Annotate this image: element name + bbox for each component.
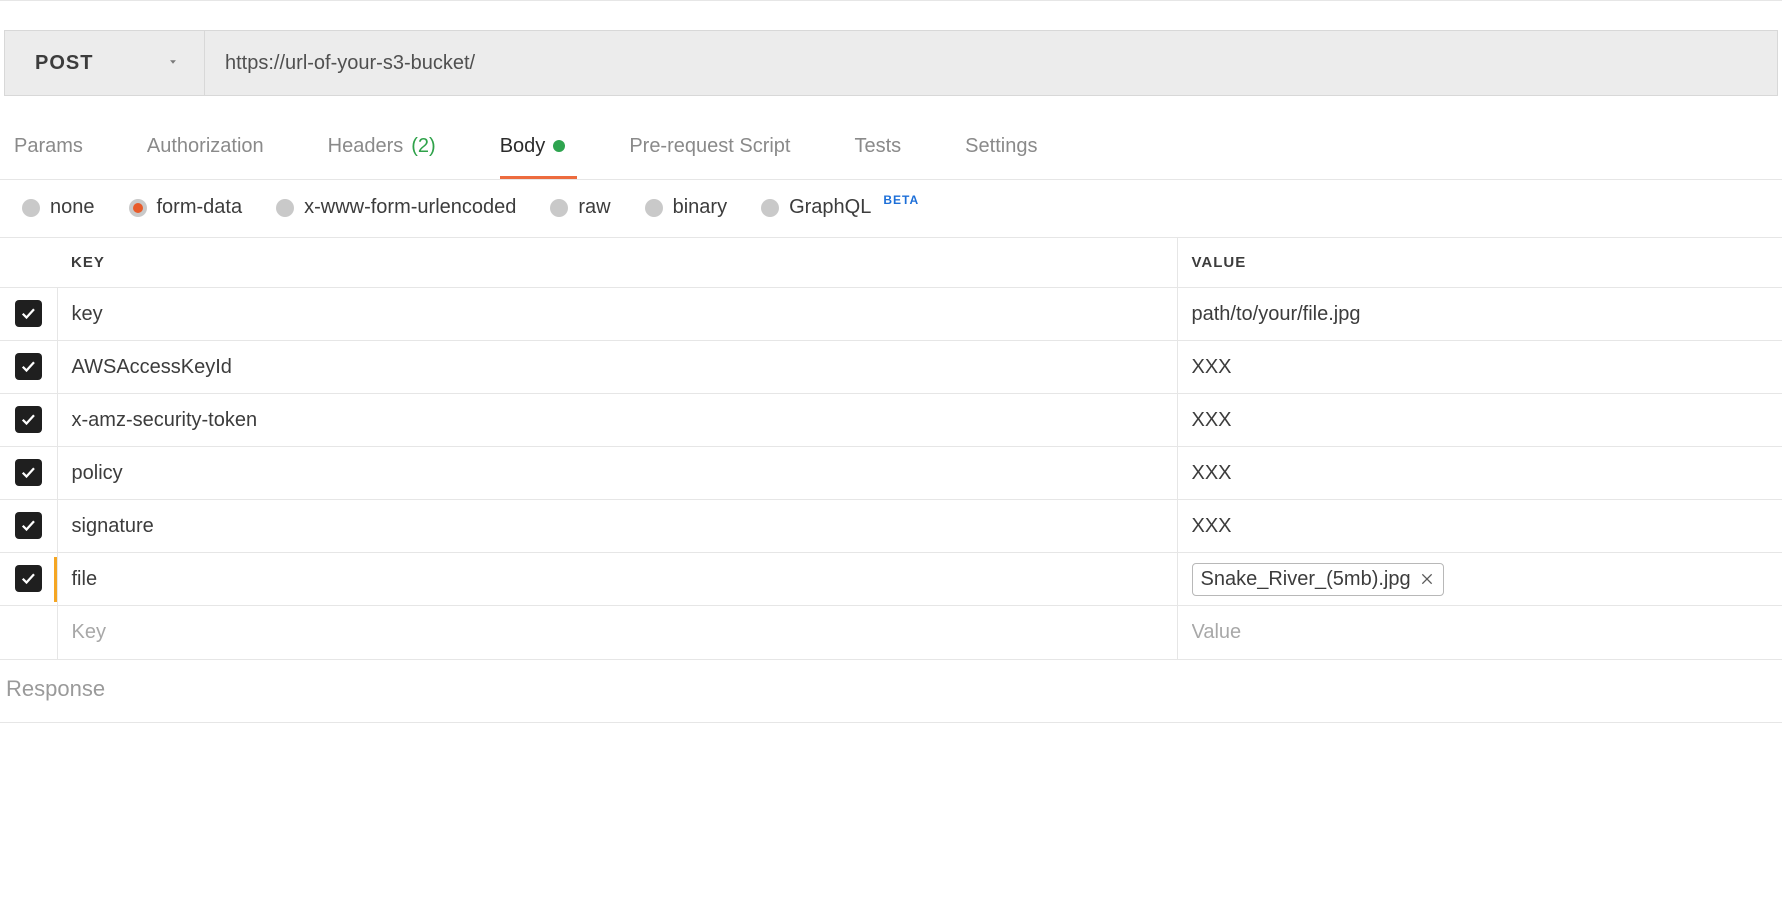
row-value: XXX xyxy=(1192,515,1232,537)
row-value-cell[interactable]: XXX xyxy=(1177,394,1782,447)
row-key: AWSAccessKeyId xyxy=(72,356,232,378)
row-value: XXX xyxy=(1192,462,1232,484)
row-checkbox[interactable] xyxy=(15,459,42,486)
table-row: x-amz-security-token XXX xyxy=(0,394,1782,447)
radio-label: raw xyxy=(578,196,610,219)
response-label: Response xyxy=(6,676,105,701)
row-checkbox[interactable] xyxy=(15,406,42,433)
radio-icon xyxy=(22,199,40,217)
row-value-cell[interactable]: path/to/your/file.jpg xyxy=(1177,288,1782,341)
row-key: signature xyxy=(72,515,154,537)
response-section-header: Response xyxy=(0,659,1782,723)
row-value: path/to/your/file.jpg xyxy=(1192,303,1361,325)
row-key-cell[interactable]: AWSAccessKeyId xyxy=(57,341,1177,394)
request-tabs: Params Authorization Headers (2) Body Pr… xyxy=(0,116,1782,180)
new-value-input[interactable] xyxy=(1192,621,1769,644)
new-key-input[interactable] xyxy=(72,621,1163,644)
request-url-input[interactable] xyxy=(205,31,1777,95)
radio-icon xyxy=(276,199,294,217)
table-row: AWSAccessKeyId XXX xyxy=(0,341,1782,394)
top-divider xyxy=(0,0,1782,10)
request-url-bar: POST xyxy=(4,30,1778,96)
row-value-cell[interactable]: XXX xyxy=(1177,500,1782,553)
beta-badge: BETA xyxy=(883,193,919,207)
http-method-label: POST xyxy=(35,52,93,75)
tab-label: Authorization xyxy=(147,135,264,158)
radio-icon xyxy=(129,199,147,217)
table-row: policy XXX xyxy=(0,447,1782,500)
table-header-key: KEY xyxy=(57,238,1177,288)
table-row-empty xyxy=(0,606,1782,659)
radio-icon xyxy=(761,199,779,217)
table-header-checkbox xyxy=(0,238,57,288)
tab-label: Body xyxy=(500,135,546,158)
table-header-value: VALUE xyxy=(1177,238,1782,288)
tab-label: Settings xyxy=(965,135,1037,158)
file-chip-name: Snake_River_(5mb).jpg xyxy=(1201,568,1411,591)
tab-settings[interactable]: Settings xyxy=(965,116,1049,179)
radio-label: x-www-form-urlencoded xyxy=(304,196,516,219)
row-marker-icon xyxy=(54,557,57,602)
row-value: XXX xyxy=(1192,409,1232,431)
row-key-cell[interactable]: x-amz-security-token xyxy=(57,394,1177,447)
row-key: key xyxy=(72,303,103,325)
table-row: file Snake_River_(5mb).jpg xyxy=(0,553,1782,606)
body-type-none[interactable]: none xyxy=(22,196,95,219)
radio-label: form-data xyxy=(157,196,243,219)
row-key-cell[interactable]: file xyxy=(57,553,1177,606)
tab-label: Params xyxy=(14,135,83,158)
new-key-cell[interactable] xyxy=(57,606,1177,659)
radio-label: GraphQL xyxy=(789,196,871,219)
radio-icon xyxy=(645,199,663,217)
row-checkbox[interactable] xyxy=(15,512,42,539)
row-value-cell[interactable]: XXX xyxy=(1177,341,1782,394)
tab-params[interactable]: Params xyxy=(14,116,95,179)
chevron-down-icon xyxy=(166,52,180,75)
new-value-cell[interactable] xyxy=(1177,606,1782,659)
row-key: file xyxy=(72,568,98,590)
table-row: key path/to/your/file.jpg xyxy=(0,288,1782,341)
tab-headers[interactable]: Headers (2) xyxy=(328,116,448,179)
body-type-binary[interactable]: binary xyxy=(645,196,727,219)
tab-pre-request-script[interactable]: Pre-request Script xyxy=(629,116,802,179)
tab-body[interactable]: Body xyxy=(500,116,578,179)
body-type-x-www-form-urlencoded[interactable]: x-www-form-urlencoded xyxy=(276,196,516,219)
row-key-cell[interactable]: signature xyxy=(57,500,1177,553)
tab-label: Headers xyxy=(328,135,404,158)
http-method-select[interactable]: POST xyxy=(5,31,205,95)
row-key-cell[interactable]: policy xyxy=(57,447,1177,500)
body-type-radio-group: none form-data x-www-form-urlencoded raw… xyxy=(0,180,1782,238)
row-checkbox[interactable] xyxy=(15,300,42,327)
body-type-form-data[interactable]: form-data xyxy=(129,196,243,219)
tab-dirty-dot-icon xyxy=(553,140,565,152)
row-key-cell[interactable]: key xyxy=(57,288,1177,341)
row-value: XXX xyxy=(1192,356,1232,378)
close-icon[interactable] xyxy=(1419,571,1435,587)
table-row: signature XXX xyxy=(0,500,1782,553)
row-key: x-amz-security-token xyxy=(72,409,258,431)
row-checkbox[interactable] xyxy=(15,565,42,592)
tab-tests[interactable]: Tests xyxy=(854,116,913,179)
radio-label: none xyxy=(50,196,95,219)
row-key: policy xyxy=(72,462,123,484)
radio-icon xyxy=(550,199,568,217)
radio-label: binary xyxy=(673,196,727,219)
body-type-graphql[interactable]: GraphQL BETA xyxy=(761,196,919,219)
tab-label: Pre-request Script xyxy=(629,135,790,158)
form-data-table: KEY VALUE key path/to/your/file.jpg AWSA… xyxy=(0,238,1782,659)
file-chip[interactable]: Snake_River_(5mb).jpg xyxy=(1192,563,1444,596)
body-type-raw[interactable]: raw xyxy=(550,196,610,219)
tab-label: Tests xyxy=(854,135,901,158)
row-value-cell[interactable]: Snake_River_(5mb).jpg xyxy=(1177,553,1782,606)
row-checkbox[interactable] xyxy=(15,353,42,380)
headers-count: (2) xyxy=(411,135,435,158)
tab-authorization[interactable]: Authorization xyxy=(147,116,276,179)
row-value-cell[interactable]: XXX xyxy=(1177,447,1782,500)
